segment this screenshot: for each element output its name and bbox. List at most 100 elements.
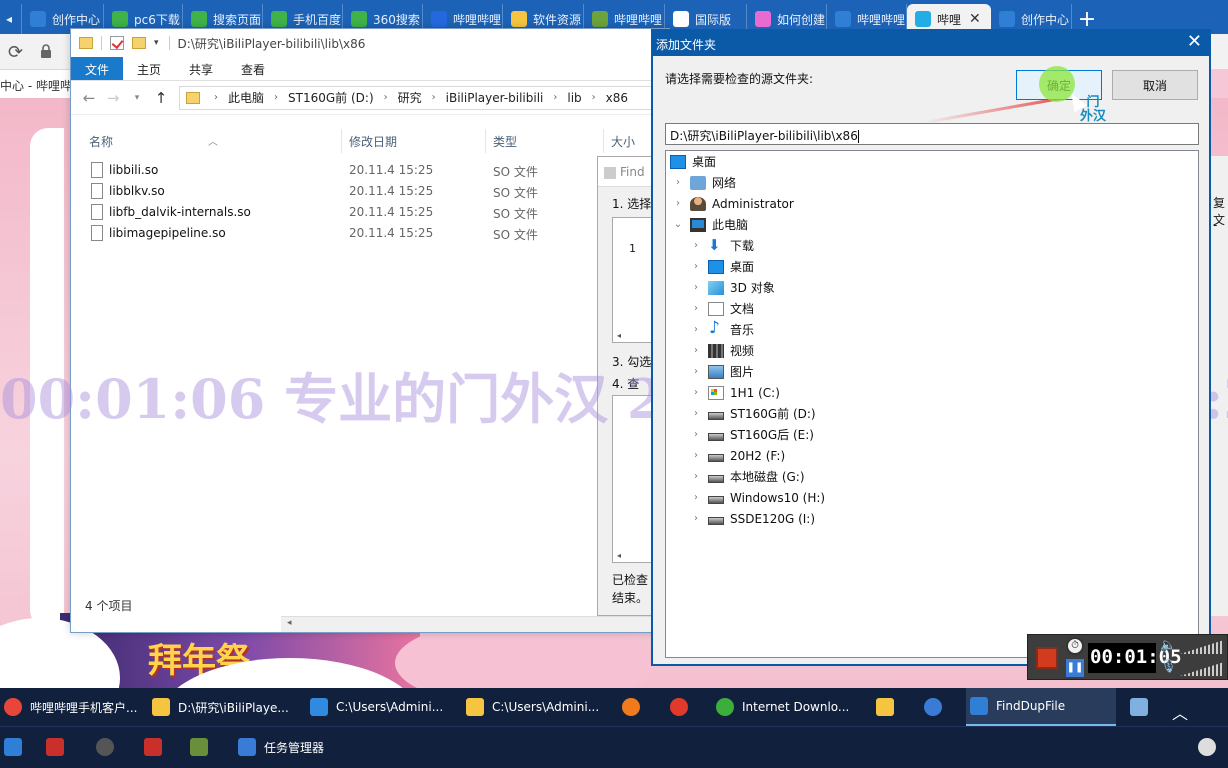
breadcrumb-item[interactable]: lib <box>567 91 581 105</box>
ribbon-tab-share[interactable]: 共享 <box>175 57 227 80</box>
folder-path-input[interactable]: D:\研究\iBiliPlayer-bilibili\lib\x86 <box>665 123 1199 145</box>
scroll-left-icon[interactable]: ◂ <box>617 331 621 340</box>
chevron-right-icon[interactable]: › <box>690 261 702 272</box>
tab-scroll-left[interactable]: ◂ <box>0 4 22 34</box>
column-header-date[interactable]: 修改日期 <box>349 133 397 150</box>
column-divider[interactable] <box>485 129 486 153</box>
forward-arrow-icon[interactable]: → <box>101 89 125 107</box>
pause-button[interactable]: ❚❚ <box>1066 659 1084 677</box>
scroll-left-icon[interactable]: ◂ <box>287 618 292 628</box>
tree-item[interactable]: ⌄ 此电脑 <box>672 214 748 235</box>
taskbar-item[interactable]: C:\Users\Admini... <box>462 688 608 726</box>
taskbar-item[interactable] <box>1126 688 1160 726</box>
chevron-right-icon[interactable]: › <box>384 92 388 103</box>
taskbar-item[interactable] <box>42 728 72 766</box>
tree-item[interactable]: › ST160G后 (E:) <box>690 424 814 445</box>
cancel-button[interactable]: 取消 <box>1112 70 1198 100</box>
taskbar-item[interactable] <box>666 688 700 726</box>
chevron-right-icon[interactable]: › <box>592 92 596 103</box>
chevron-right-icon[interactable]: › <box>690 345 702 356</box>
chevron-right-icon[interactable]: › <box>690 324 702 335</box>
taskbar-item[interactable] <box>92 728 122 766</box>
microphone-icon[interactable]: 🎙 <box>1160 659 1178 675</box>
file-row[interactable]: libfb_dalvik-internals.so 20.11.4 15:25 … <box>71 202 601 223</box>
chevron-right-icon[interactable]: › <box>690 450 702 461</box>
tree-item[interactable]: › Windows10 (H:) <box>690 487 825 508</box>
tree-item[interactable]: › 本地磁盘 (G:) <box>690 466 805 487</box>
file-row[interactable]: libbili.so 20.11.4 15:25 SO 文件 <box>71 160 601 181</box>
taskbar-item[interactable] <box>186 728 216 766</box>
taskbar-item[interactable] <box>872 688 906 726</box>
column-header-size[interactable]: 大小 <box>611 133 635 150</box>
chevron-down-icon[interactable]: ⌄ <box>672 219 684 230</box>
taskbar-item[interactable]: Internet Downlo... <box>712 688 862 726</box>
chevron-down-icon[interactable]: ▾ <box>154 38 159 48</box>
taskbar-item[interactable] <box>618 688 652 726</box>
chevron-right-icon[interactable]: › <box>690 471 702 482</box>
chevron-right-icon[interactable]: › <box>690 366 702 377</box>
ribbon-tab-home[interactable]: 主页 <box>123 57 175 80</box>
show-hidden-icons-chevron-icon[interactable]: ︿ <box>1172 700 1188 724</box>
chevron-right-icon[interactable]: › <box>214 92 218 103</box>
chevron-right-icon[interactable]: › <box>274 92 278 103</box>
chevron-right-icon[interactable]: › <box>690 387 702 398</box>
timer-clock-icon[interactable]: ⏱ <box>1066 637 1084 655</box>
up-arrow-icon[interactable]: ↑ <box>149 89 173 107</box>
ribbon-tab-file[interactable]: 文件 <box>71 57 124 80</box>
tree-item[interactable]: › 20H2 (F:) <box>690 445 785 466</box>
stop-record-button[interactable] <box>1036 647 1058 669</box>
scroll-left-icon[interactable]: ◂ <box>617 551 621 560</box>
taskbar-item[interactable]: 哔哩哔哩手机客户... <box>0 688 140 726</box>
breadcrumb-item[interactable]: x86 <box>606 91 628 105</box>
taskbar-item[interactable]: 任务管理器 <box>234 728 354 766</box>
folder-tree[interactable]: 桌面 › 网络 › Administrator ⌄ 此电脑 › 下载 › 桌面 › 3D 对象 › 文档 › 音… <box>665 150 1199 658</box>
tree-item[interactable]: › SSDE120G (I:) <box>690 508 815 529</box>
chevron-right-icon[interactable]: › <box>672 198 684 209</box>
column-divider[interactable] <box>341 129 342 153</box>
taskbar-item[interactable] <box>140 728 170 766</box>
chevron-right-icon[interactable]: › <box>690 492 702 503</box>
file-row[interactable]: libimagepipeline.so 20.11.4 15:25 SO 文件 <box>71 223 601 244</box>
new-folder-icon[interactable] <box>132 37 146 49</box>
recent-locations-chevron-icon[interactable]: ▾ <box>125 93 149 103</box>
breadcrumb-item[interactable]: 此电脑 <box>228 89 264 106</box>
breadcrumb-item[interactable]: 研究 <box>398 89 422 106</box>
speaker-icon[interactable]: 🔈 <box>1160 638 1178 654</box>
file-row[interactable]: libblkv.so 20.11.4 15:25 SO 文件 <box>71 181 601 202</box>
chevron-right-icon[interactable]: › <box>690 513 702 524</box>
chevron-right-icon[interactable]: › <box>553 92 557 103</box>
back-arrow-icon[interactable]: ← <box>77 89 101 107</box>
taskbar-item[interactable]: C:\Users\Admini... <box>306 688 456 726</box>
chevron-right-icon[interactable]: › <box>672 177 684 188</box>
column-header-name[interactable]: 名称 <box>89 133 113 150</box>
tree-item[interactable]: › 音乐 <box>690 318 754 340</box>
chevron-right-icon[interactable]: › <box>690 303 702 314</box>
taskbar-item[interactable] <box>1194 728 1224 766</box>
close-icon[interactable]: ✕ <box>1187 31 1202 52</box>
tab-close-icon[interactable]: ✕ <box>969 11 981 27</box>
tree-item[interactable]: › 文档 <box>690 298 754 319</box>
ribbon-tab-view[interactable]: 查看 <box>227 57 279 80</box>
tree-item[interactable]: › 桌面 <box>690 256 754 277</box>
breadcrumb-item[interactable]: ST160G前 (D:) <box>288 89 374 106</box>
tree-item[interactable]: › 3D 对象 <box>690 277 775 298</box>
tree-item[interactable]: › 1H1 (C:) <box>690 382 780 403</box>
tree-item[interactable]: › ST160G前 (D:) <box>690 403 816 424</box>
taskbar-item-active[interactable]: FindDupFile <box>966 688 1116 726</box>
properties-icon[interactable] <box>110 36 124 50</box>
chevron-right-icon[interactable]: › <box>432 92 436 103</box>
taskbar-item[interactable]: D:\研究\iBiliPlaye... <box>148 688 294 726</box>
tree-item[interactable]: › 下载 <box>690 235 754 256</box>
tree-item[interactable]: › 网络 <box>672 172 736 193</box>
breadcrumb-item[interactable]: iBiliPlayer-bilibili <box>446 91 544 105</box>
tree-item[interactable]: › Administrator <box>672 193 794 214</box>
reload-icon[interactable]: ⟳ <box>8 42 23 63</box>
breadcrumb[interactable]: › 此电脑 › ST160G前 (D:) › 研究 › iBiliPlayer-… <box>179 85 663 110</box>
chevron-right-icon[interactable]: › <box>690 282 702 293</box>
chevron-right-icon[interactable]: › <box>690 240 702 251</box>
tree-item[interactable]: › 图片 <box>690 361 754 382</box>
tree-item[interactable]: › 视频 <box>690 340 754 361</box>
taskbar-item[interactable] <box>920 688 954 726</box>
taskbar-item[interactable] <box>0 728 30 766</box>
column-header-type[interactable]: 类型 <box>493 133 517 150</box>
